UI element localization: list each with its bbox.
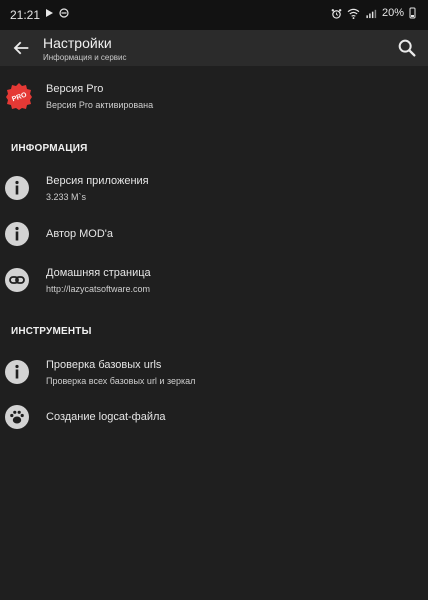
settings-item-subtitle: Проверка всех базовых url и зеркал (46, 376, 196, 386)
section-header-info: ИНФОРМАЦИЯ (11, 143, 88, 154)
settings-item-title: Автор MOD'a (46, 228, 114, 240)
minus-circle-icon (59, 8, 69, 18)
settings-item-title: Версия Pro (46, 83, 104, 95)
info-icon (5, 222, 29, 246)
play-icon (46, 9, 53, 17)
page-subtitle: Информация и сервис (43, 53, 127, 62)
settings-item-subtitle: 3.233 M`s (46, 192, 87, 202)
page-title: Настройки (43, 35, 112, 51)
info-icon (5, 176, 29, 200)
battery-icon (409, 7, 416, 19)
settings-item-check-urls[interactable]: Проверка базовых urls Проверка всех базо… (0, 357, 428, 397)
battery-percent: 20% (381, 7, 404, 19)
link-icon (5, 268, 29, 292)
settings-item-title: Проверка базовых urls (46, 359, 162, 371)
alarm-icon (331, 8, 342, 19)
status-bar: 21:21 20% (0, 0, 428, 30)
settings-item-subtitle: http://lazycatsoftware.com (46, 284, 151, 294)
signal-icon (366, 9, 377, 18)
settings-item-app-version[interactable]: Версия приложения 3.233 M`s (0, 173, 428, 213)
pro-badge-icon: PRO (6, 83, 32, 110)
section-header-tools: ИНСТРУМЕНТЫ (11, 326, 92, 337)
settings-item-logcat[interactable]: Создание logcat-файла (0, 404, 428, 434)
search-icon[interactable] (396, 37, 418, 59)
settings-item-title: Домашняя страница (46, 267, 151, 279)
settings-item-title: Версия приложения (46, 175, 149, 187)
settings-item-mod-author[interactable]: Автор MOD'a (0, 221, 428, 251)
settings-item-title: Создание logcat-файла (46, 411, 166, 423)
info-icon (5, 360, 29, 384)
settings-item-homepage[interactable]: Домашняя страница http://lazycatsoftware… (0, 265, 428, 305)
settings-item-subtitle: Версия Pro активирована (46, 100, 154, 110)
settings-item-pro[interactable]: PRO Версия Pro Версия Pro активирована (0, 80, 428, 120)
status-left-icons (44, 8, 69, 18)
status-right-icons: 20% (331, 7, 416, 19)
app-toolbar: Настройки Информация и сервис (0, 30, 428, 66)
status-time: 21:21 (10, 8, 41, 22)
paw-icon (5, 405, 29, 429)
arrow-back-icon[interactable] (10, 37, 32, 59)
wifi-icon (347, 8, 360, 19)
